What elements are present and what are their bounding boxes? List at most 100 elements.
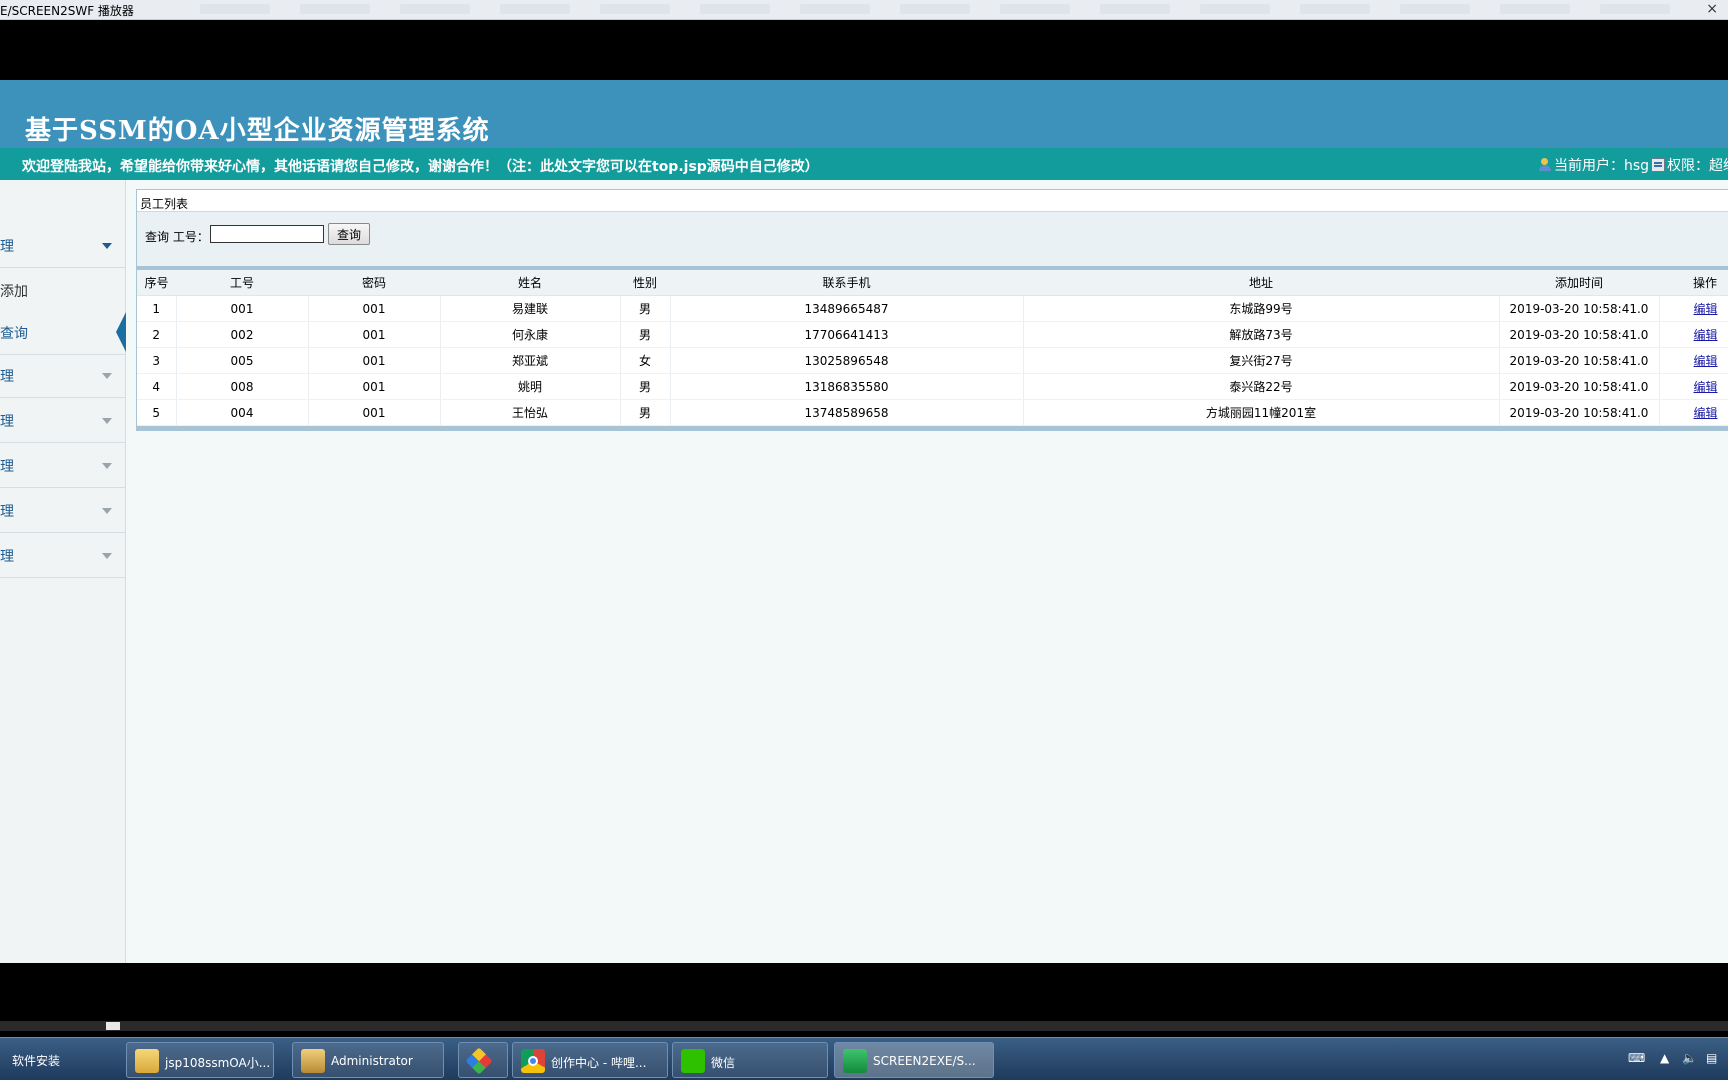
cell-gender: 男 bbox=[620, 373, 671, 400]
close-icon[interactable]: × bbox=[1706, 2, 1718, 16]
chevron-down-icon bbox=[102, 373, 112, 379]
cell-name: 郑亚斌 bbox=[440, 347, 621, 374]
sidebar-item-4[interactable]: 理 bbox=[0, 444, 126, 488]
scrollbar-thumb[interactable] bbox=[106, 1022, 120, 1030]
taskbar-button-administrator[interactable]: Administrator bbox=[292, 1042, 444, 1078]
edit-link[interactable]: 编辑 bbox=[1694, 354, 1718, 368]
ghost-tab bbox=[400, 4, 470, 14]
volume-icon[interactable]: 🔈 bbox=[1682, 1051, 1697, 1065]
column-header: 工号 bbox=[176, 270, 308, 296]
search-label: 查询 工号： bbox=[145, 230, 209, 244]
sidebar-item-employee-management[interactable]: 理 bbox=[0, 224, 126, 268]
chevron-up-icon[interactable]: ▲ bbox=[1660, 1051, 1669, 1065]
column-header: 性别 bbox=[620, 270, 670, 296]
cell-actions: 编辑 bbox=[1659, 321, 1728, 348]
taskbar-button-app[interactable] bbox=[458, 1042, 508, 1078]
ghost-tab bbox=[300, 4, 370, 14]
column-header: 姓名 bbox=[440, 270, 620, 296]
edit-link[interactable]: 编辑 bbox=[1694, 328, 1718, 342]
ghost-tab bbox=[1200, 4, 1270, 14]
cell-actions: 编辑 bbox=[1659, 295, 1728, 322]
sidebar-item-2[interactable]: 理 bbox=[0, 354, 126, 398]
cell-name: 易建联 bbox=[440, 295, 621, 322]
table-row: 5 004 001 王怡弘 男 13748589658 方城丽园11幢201室 … bbox=[137, 399, 1728, 426]
sidebar-item-label: 理 bbox=[0, 414, 14, 430]
cell-address: 东城路99号 bbox=[1023, 295, 1500, 322]
edit-link[interactable]: 编辑 bbox=[1694, 380, 1718, 394]
cell-added-time: 2019-03-20 10:58:41.0 bbox=[1499, 347, 1660, 374]
taskbar-button-label: jsp108ssmOA小... bbox=[165, 1056, 271, 1070]
cell-gender: 女 bbox=[620, 347, 671, 374]
player-title-bar: E/SCREEN2SWF 播放器 × bbox=[0, 0, 1728, 20]
panel-title: 员工列表 bbox=[137, 190, 1728, 212]
column-header: 密码 bbox=[308, 270, 440, 296]
cell-gender: 男 bbox=[620, 321, 671, 348]
system-tray: ⌨ ▲ 🔈 ▤ bbox=[1618, 1038, 1728, 1080]
role-label: 权限：超级 bbox=[1667, 158, 1728, 174]
table-header-row: 序号 工号 密码 姓名 性别 联系手机 地址 添加时间 操作 bbox=[137, 270, 1728, 296]
sidebar-item-label: 理 bbox=[0, 459, 14, 475]
search-button[interactable]: 查询 bbox=[328, 223, 370, 245]
column-header: 地址 bbox=[1023, 270, 1499, 296]
player-scrollbar[interactable] bbox=[0, 1021, 1728, 1031]
sidebar-item-label: 理 bbox=[0, 239, 14, 255]
network-icon[interactable]: ▤ bbox=[1706, 1051, 1717, 1065]
cell-name: 何永康 bbox=[440, 321, 621, 348]
taskbar-button-label: Administrator bbox=[331, 1054, 413, 1068]
cell-address: 复兴街27号 bbox=[1023, 347, 1500, 374]
sidebar-item-label: 理 bbox=[0, 504, 14, 520]
start-label[interactable]: 软件安装 bbox=[12, 1052, 60, 1069]
cell-phone: 13748589658 bbox=[670, 399, 1024, 426]
site-header: 基于SSM的OA小型企业资源管理系统 bbox=[0, 80, 1728, 148]
taskbar: 软件安装 jsp108ssmOA小... Administrator 创作中心 … bbox=[0, 1037, 1728, 1080]
ghost-tab bbox=[1400, 4, 1470, 14]
chrome-icon bbox=[521, 1049, 545, 1073]
cell-password: 001 bbox=[308, 399, 441, 426]
screen2exe-icon bbox=[843, 1049, 867, 1073]
notice-bar: 欢迎登陆我站，希望能给你带来好心情，其他话语请您自己修改，谢谢合作！（注：此处文… bbox=[0, 148, 1728, 180]
taskbar-button-wechat[interactable]: 微信 bbox=[672, 1042, 828, 1078]
folder-icon bbox=[135, 1049, 159, 1073]
cell-index: 4 bbox=[137, 373, 177, 400]
cell-actions: 编辑 bbox=[1659, 347, 1728, 374]
sidebar-item-5[interactable]: 理 bbox=[0, 489, 126, 533]
cell-employee-id: 004 bbox=[176, 399, 309, 426]
ghost-tab bbox=[600, 4, 670, 14]
column-header: 联系手机 bbox=[670, 270, 1023, 296]
chevron-down-icon bbox=[102, 418, 112, 424]
cell-employee-id: 002 bbox=[176, 321, 309, 348]
ghost-tab bbox=[1600, 4, 1670, 14]
sidebar-item-6[interactable]: 理 bbox=[0, 534, 126, 578]
cell-phone: 13186835580 bbox=[670, 373, 1024, 400]
ghost-tab bbox=[700, 4, 770, 14]
cell-index: 2 bbox=[137, 321, 177, 348]
column-header: 操作 bbox=[1659, 270, 1728, 296]
sidebar-item-label: 理 bbox=[0, 549, 14, 565]
sidebar-subitem-add[interactable]: 添加 bbox=[0, 268, 126, 310]
employee-id-search-input[interactable] bbox=[210, 225, 324, 243]
cell-employee-id: 005 bbox=[176, 347, 309, 374]
cell-password: 001 bbox=[308, 347, 441, 374]
current-user-label: 当前用户：hsg bbox=[1554, 158, 1650, 174]
taskbar-button-screen2exe[interactable]: SCREEN2EXE/S... bbox=[834, 1042, 994, 1078]
chevron-down-icon bbox=[102, 508, 112, 514]
cell-name: 姚明 bbox=[440, 373, 621, 400]
keyboard-icon[interactable]: ⌨ bbox=[1628, 1051, 1645, 1065]
taskbar-button-chrome[interactable]: 创作中心 - 哔哩... bbox=[512, 1042, 668, 1078]
site-title: 基于SSM的OA小型企业资源管理系统 bbox=[25, 116, 490, 146]
edit-link[interactable]: 编辑 bbox=[1694, 406, 1718, 420]
cell-index: 1 bbox=[137, 295, 177, 322]
cell-added-time: 2019-03-20 10:58:41.0 bbox=[1499, 321, 1660, 348]
ghost-tab bbox=[1000, 4, 1070, 14]
edit-link[interactable]: 编辑 bbox=[1694, 302, 1718, 316]
ghost-tab bbox=[900, 4, 970, 14]
wechat-icon bbox=[681, 1049, 705, 1073]
column-header: 添加时间 bbox=[1499, 270, 1659, 296]
ghost-tab bbox=[1100, 4, 1170, 14]
role-icon bbox=[1651, 158, 1666, 172]
sidebar-subitem-query[interactable]: 查询 bbox=[0, 310, 126, 355]
taskbar-button-project-folder[interactable]: jsp108ssmOA小... bbox=[126, 1042, 274, 1078]
taskbar-button-label: 微信 bbox=[711, 1056, 736, 1070]
cell-address: 解放路73号 bbox=[1023, 321, 1500, 348]
sidebar-item-3[interactable]: 理 bbox=[0, 399, 126, 443]
